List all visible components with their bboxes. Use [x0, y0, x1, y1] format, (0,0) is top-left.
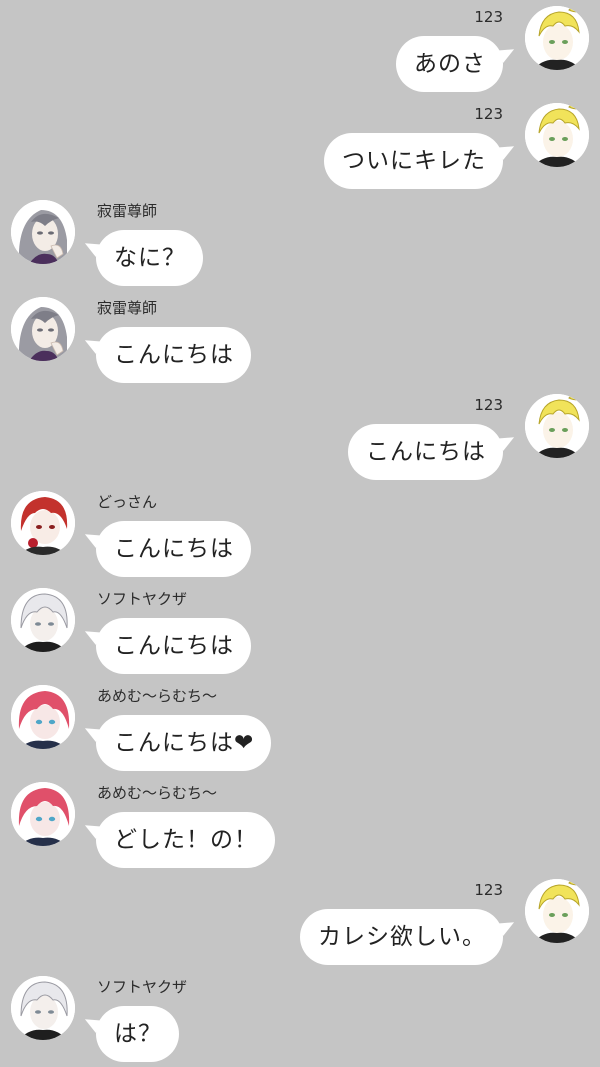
chat-log: 123 あのさ 123 ついにキレた 寂雷尊師 なに？ 寂雷尊師 こんにちは 1…	[0, 0, 600, 1067]
sender-name: 寂雷尊師	[97, 299, 158, 317]
message-row: あめむ〜らむち〜 どした！の！	[0, 776, 600, 872]
sender-name: 123	[474, 8, 503, 26]
blond-character-avatar[interactable]	[525, 394, 589, 458]
white-hair-character-avatar[interactable]	[11, 976, 75, 1040]
message-bubble[interactable]: どした！の！	[96, 812, 275, 868]
red-hair-character-avatar[interactable]	[11, 491, 75, 555]
message-row: ソフトヤクザ は？	[0, 970, 600, 1066]
silver-long-hair-character-avatar[interactable]	[11, 297, 75, 361]
message-bubble[interactable]: こんにちは	[348, 424, 503, 480]
white-hair-character-avatar[interactable]	[11, 588, 75, 652]
message-bubble[interactable]: カレシ欲しい。	[300, 909, 503, 965]
message-row: 寂雷尊師 なに？	[0, 194, 600, 290]
pink-hair-character-avatar[interactable]	[11, 782, 75, 846]
message-bubble[interactable]: ついにキレた	[324, 133, 503, 189]
message-row: どっさん こんにちは	[0, 485, 600, 581]
message-bubble[interactable]: こんにちは	[96, 618, 251, 674]
message-bubble[interactable]: こんにちは❤	[96, 715, 272, 771]
sender-name: ソフトヤクザ	[97, 978, 188, 996]
blond-character-avatar[interactable]	[525, 879, 589, 943]
message-bubble[interactable]: なに？	[96, 230, 203, 286]
sender-name: 寂雷尊師	[97, 202, 158, 220]
sender-name: あめむ〜らむち〜	[97, 687, 218, 705]
silver-long-hair-character-avatar[interactable]	[11, 200, 75, 264]
message-bubble[interactable]: あのさ	[396, 36, 503, 92]
message-row: ソフトヤクザ こんにちは	[0, 582, 600, 678]
message-bubble[interactable]: こんにちは	[96, 521, 251, 577]
blond-character-avatar[interactable]	[525, 103, 589, 167]
blond-character-avatar[interactable]	[525, 6, 589, 70]
message-row: 123 カレシ欲しい。	[0, 873, 600, 969]
sender-name: どっさん	[97, 493, 158, 511]
message-bubble[interactable]: は？	[96, 1006, 179, 1062]
sender-name: あめむ〜らむち〜	[97, 784, 218, 802]
sender-name: 123	[474, 396, 503, 414]
sender-name: ソフトヤクザ	[97, 590, 188, 608]
message-bubble[interactable]: こんにちは	[96, 327, 251, 383]
message-row: 123 あのさ	[0, 0, 600, 96]
sender-name: 123	[474, 881, 503, 899]
message-row: 123 こんにちは	[0, 388, 600, 484]
message-row: 123 ついにキレた	[0, 97, 600, 193]
pink-hair-character-avatar[interactable]	[11, 685, 75, 749]
message-row: あめむ〜らむち〜 こんにちは❤	[0, 679, 600, 775]
sender-name: 123	[474, 105, 503, 123]
message-row: 寂雷尊師 こんにちは	[0, 291, 600, 387]
